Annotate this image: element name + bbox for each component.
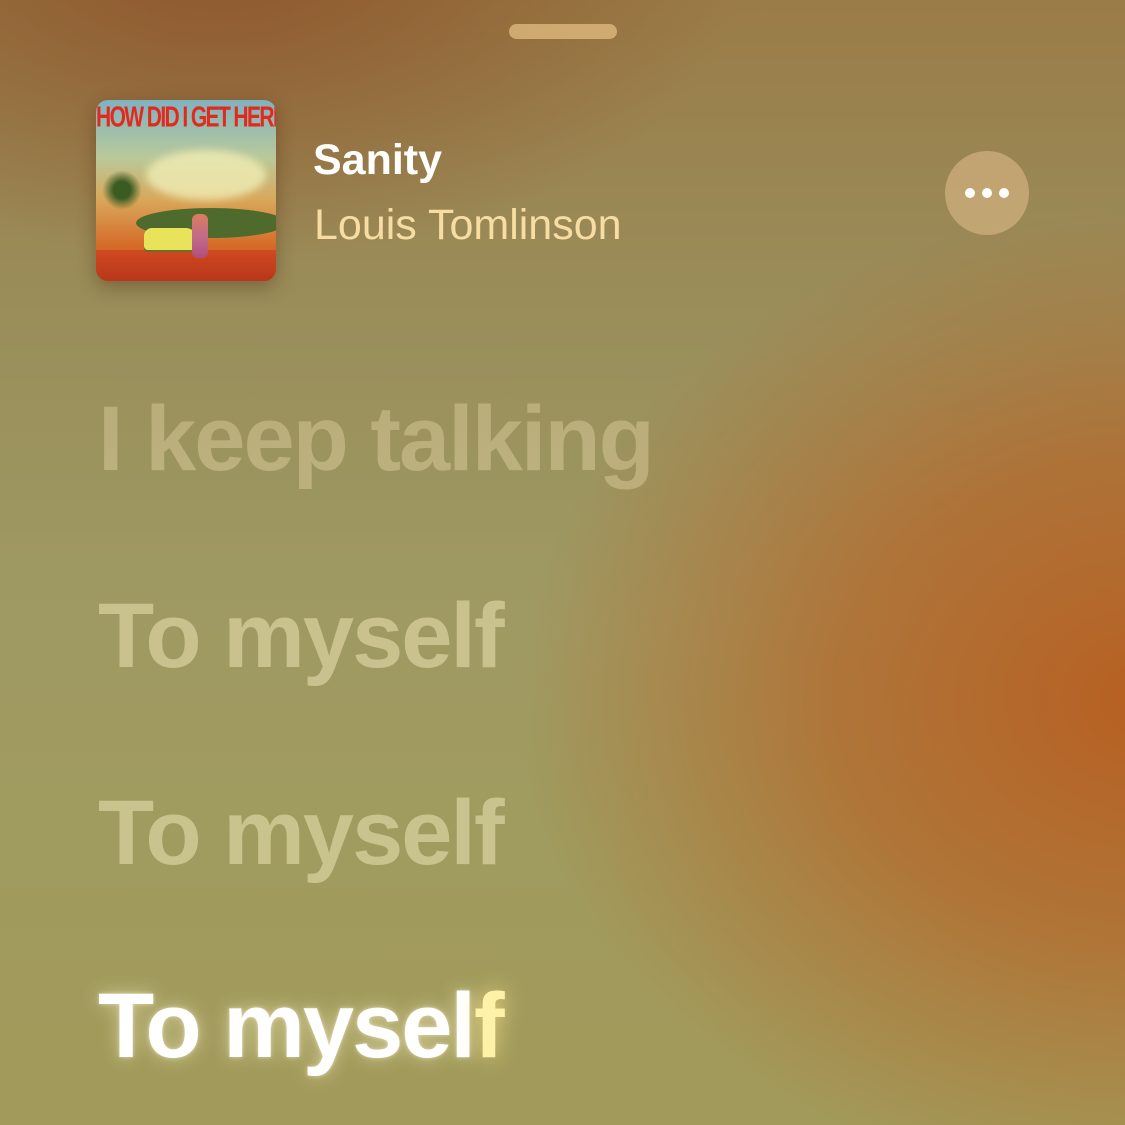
ellipsis-icon (965, 188, 975, 198)
artwork-palm (102, 170, 142, 210)
artwork-clouds (146, 150, 266, 200)
song-title[interactable]: Sanity (313, 136, 442, 185)
sheet-grabber[interactable] (509, 24, 617, 39)
current-lyric-sung: To mysel (98, 975, 476, 1077)
artwork-person (192, 214, 208, 258)
ellipsis-icon (999, 188, 1009, 198)
lyric-line[interactable]: To myself (98, 590, 505, 682)
lyrics-screen: HOW DID I GET HERE? Sanity Louis Tomlins… (0, 0, 1125, 1125)
current-lyric-upcoming: f (474, 975, 505, 1077)
artist-name[interactable]: Louis Tomlinson (314, 201, 622, 250)
artwork-grass (96, 250, 276, 281)
lyric-line[interactable]: To myself (98, 787, 505, 879)
ellipsis-icon (982, 188, 992, 198)
current-lyric-line[interactable]: To myself (98, 980, 505, 1072)
artwork-title-text: HOW DID I GET HERE? (96, 102, 276, 134)
lyric-line[interactable]: I keep talking (98, 393, 655, 485)
album-artwork[interactable]: HOW DID I GET HERE? (96, 100, 276, 281)
artwork-car (144, 228, 196, 250)
more-options-button[interactable] (945, 151, 1029, 235)
